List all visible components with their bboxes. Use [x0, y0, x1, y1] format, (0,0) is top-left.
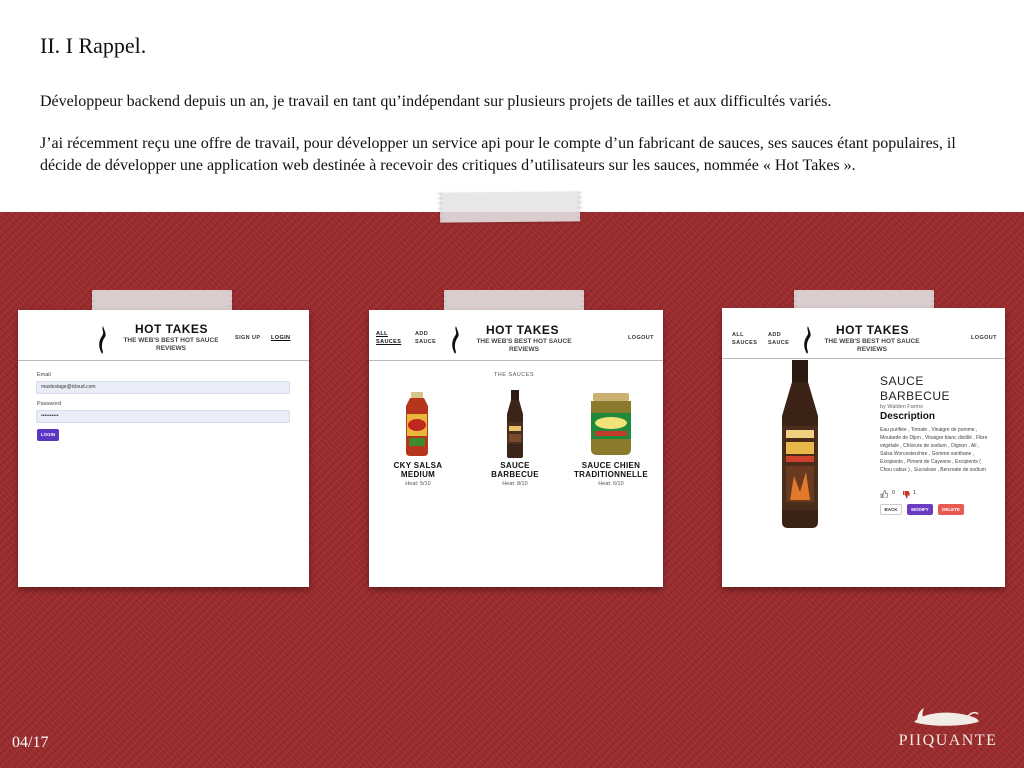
- password-label: Password: [37, 401, 62, 407]
- delete-button[interactable]: DELETE: [938, 504, 964, 515]
- app-title: HOT TAKES: [836, 323, 909, 337]
- thumbs-up-icon[interactable]: [880, 490, 888, 498]
- app-title: HOT TAKES: [135, 322, 208, 336]
- sauce-manufacturer: by Walden Farms: [880, 404, 923, 410]
- app-subtitle: THE WEB'S BEST HOT SAUCE REVIEWS: [824, 338, 920, 353]
- sauce-chien-jar-image: [591, 393, 631, 455]
- salsa-jar-image: [406, 392, 428, 456]
- modify-button[interactable]: MODIFY: [907, 504, 933, 515]
- description-heading: Description: [880, 411, 936, 422]
- nav-signup[interactable]: SIGN UP: [235, 334, 260, 342]
- sauce-heat: Heat: 5/10: [405, 481, 431, 487]
- tape-top: [439, 191, 581, 223]
- sauce-heat: Heat: 8/10: [502, 481, 528, 487]
- app-subtitle: THE WEB'S BEST HOT SAUCE REVIEWS: [123, 337, 219, 352]
- pepper-logo-icon: [452, 326, 459, 354]
- nav-add-sauce[interactable]: ADD SAUCE: [415, 330, 439, 346]
- email-field[interactable]: maxlestage@icloud.com: [36, 381, 290, 394]
- sauce-name: CKY SALSA MEDIUM: [393, 461, 443, 479]
- nav-logout[interactable]: LOGOUT: [971, 334, 997, 342]
- back-button[interactable]: BACK: [880, 504, 902, 515]
- dislikes-count: 1: [913, 490, 917, 496]
- nav-logout[interactable]: LOGOUT: [628, 334, 654, 342]
- app-header: ALL SAUCES ADD SAUCE HOT TAKES THE WEB'S…: [722, 308, 1005, 359]
- app-header: ALL SAUCES ADD SAUCE HOT TAKES THE WEB'S…: [369, 310, 663, 361]
- thumbs-down-icon[interactable]: [902, 491, 910, 499]
- sauce-detail-name: SAUCE BARBECUE: [880, 374, 951, 403]
- brand-name: PIIQUANTE: [898, 732, 998, 749]
- app-title: HOT TAKES: [486, 323, 559, 337]
- nav-all-sauces[interactable]: ALL SAUCES: [376, 330, 406, 346]
- login-button[interactable]: LOGIN: [37, 429, 59, 441]
- nav-login[interactable]: LOGIN: [271, 334, 290, 342]
- app-header: HOT TAKES THE WEB'S BEST HOT SAUCE REVIE…: [18, 310, 309, 361]
- pepper-logo-icon: [804, 326, 811, 354]
- barbecue-bottle-image: [507, 390, 523, 458]
- intro-paragraph: Développeur backend depuis un an, je tra…: [40, 93, 832, 110]
- context-paragraph: J’ai récemment reçu une offre de travail…: [40, 135, 956, 174]
- sauce-name: SAUCE CHIEN TRADITIONNELLE: [574, 461, 648, 479]
- nav-all-sauces[interactable]: ALL SAUCES: [732, 331, 762, 347]
- barbecue-bottle-image: [782, 360, 818, 528]
- password-field[interactable]: ••••••••••: [36, 410, 290, 423]
- likes-count: 0: [892, 490, 896, 496]
- sauce-detail-screenshot: ALL SAUCES ADD SAUCE HOT TAKES THE WEB'S…: [722, 308, 1005, 587]
- sauce-name: SAUCE BARBECUE: [491, 461, 539, 479]
- login-screenshot: HOT TAKES THE WEB'S BEST HOT SAUCE REVIE…: [18, 310, 309, 587]
- description-text: Eau purifiée , Tomate , Vinaigre de pomm…: [880, 427, 988, 473]
- piiquante-logo-icon: [914, 708, 979, 726]
- sauces-list-screenshot: ALL SAUCES ADD SAUCE HOT TAKES THE WEB'S…: [369, 310, 663, 587]
- pepper-logo-icon: [99, 326, 106, 354]
- nav-add-sauce[interactable]: ADD SAUCE: [768, 331, 792, 347]
- app-subtitle: THE WEB'S BEST HOT SAUCE REVIEWS: [476, 338, 572, 353]
- sauces-heading: THE SAUCES: [493, 372, 535, 378]
- page-number: 04/17: [12, 734, 49, 751]
- sauce-heat: Heat: 6/10: [598, 481, 624, 487]
- email-label: Email: [37, 372, 51, 378]
- slide-title: II. I Rappel.: [40, 33, 147, 58]
